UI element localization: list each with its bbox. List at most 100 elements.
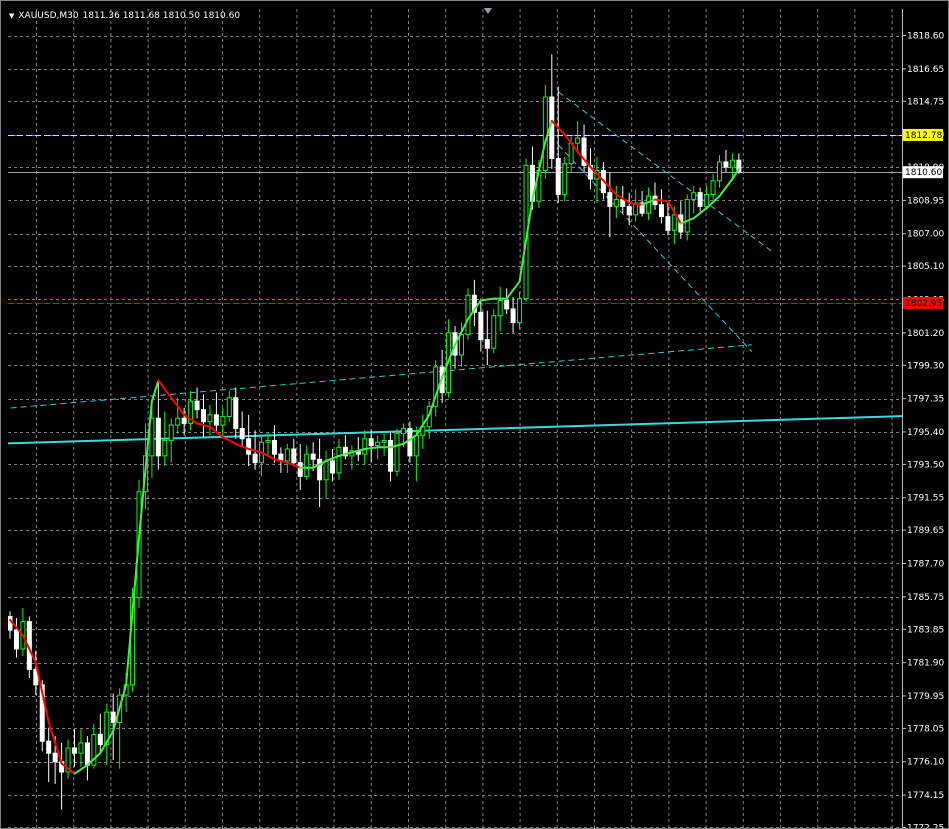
candle-bear xyxy=(310,453,316,460)
candle-bear xyxy=(723,161,729,168)
candle-bull xyxy=(491,315,497,349)
ohlc-values: 1811.36 1811.68 1810.50 1810.60 xyxy=(82,11,241,21)
axis-tick-label: 1795.40 xyxy=(907,428,944,438)
candle-bear xyxy=(155,417,161,457)
candle-bear xyxy=(46,740,52,754)
candle-bear xyxy=(504,299,510,310)
candle-bull xyxy=(175,417,181,426)
candle-bull xyxy=(704,193,710,207)
axis-tick-label: 1818.60 xyxy=(907,32,944,42)
candle-bull xyxy=(226,397,232,418)
price-tag-label: 1810.60 xyxy=(905,168,942,178)
candle-bull xyxy=(323,460,329,481)
candle-bear xyxy=(368,438,374,447)
candle-bear xyxy=(110,711,116,723)
candle-bear xyxy=(317,458,323,481)
candle-bear xyxy=(252,453,258,464)
candle-bull xyxy=(671,214,677,231)
candle-bull xyxy=(562,163,568,195)
candle-bull xyxy=(362,438,368,455)
axis-tick-label: 1781.90 xyxy=(907,659,944,669)
axis-tick-label: 1785.75 xyxy=(907,593,944,603)
axis-tick-label: 1814.75 xyxy=(907,97,944,107)
axis-tick-label: 1807.00 xyxy=(907,230,944,240)
candle-bull xyxy=(207,414,213,423)
axis-tick-label: 1774.15 xyxy=(907,791,944,801)
candle-bull xyxy=(78,742,84,754)
axis-tick-label: 1801.20 xyxy=(907,329,944,339)
candle-bull xyxy=(168,424,174,441)
candle-bull xyxy=(646,195,652,214)
chart-window[interactable]: 1818.601816.651814.751812.801810.901808.… xyxy=(0,0,949,829)
axis-tick-label: 1772.25 xyxy=(907,824,944,829)
axis-tick-label: 1808.95 xyxy=(907,196,944,206)
candle-bear xyxy=(233,397,239,430)
candle-bull xyxy=(465,294,471,336)
candle-bear xyxy=(52,752,58,763)
axis-tick-label: 1791.55 xyxy=(907,494,944,504)
candle-bear xyxy=(213,414,219,426)
candle-bear xyxy=(72,747,77,754)
candle-bull xyxy=(265,439,271,443)
axis-tick-label: 1787.70 xyxy=(907,560,944,570)
candle-bull xyxy=(381,439,387,443)
candle-bull xyxy=(575,137,581,144)
candle-bull xyxy=(220,416,226,426)
candle-bull xyxy=(613,199,619,207)
candle-bear xyxy=(607,192,613,207)
chart-header: ▼ XAUUSD,M30 1811.36 1811.68 1810.50 1810.… xyxy=(9,11,240,21)
candle-bull xyxy=(284,448,290,462)
candle-bear xyxy=(697,192,703,207)
candle-bear xyxy=(181,417,187,424)
candle-bear xyxy=(330,460,335,474)
candle-bull xyxy=(517,298,523,324)
axis-tick-label: 1805.10 xyxy=(907,262,944,272)
price-chart[interactable]: 1818.601816.651814.751812.801810.901808.… xyxy=(1,1,948,828)
candle-bull xyxy=(336,446,342,474)
price-tag-label: 1812.78 xyxy=(905,131,942,141)
candle-bear xyxy=(84,742,90,766)
candle-bear xyxy=(97,733,103,746)
candle-bear xyxy=(239,428,245,440)
candle-bull xyxy=(497,299,503,317)
candle-bear xyxy=(8,615,13,631)
candle-bear xyxy=(510,308,516,324)
axis-tick-label: 1778.05 xyxy=(907,724,944,734)
candle-bull xyxy=(394,433,400,472)
price-tag-label: 1802.95 xyxy=(905,299,942,309)
chart-background xyxy=(1,1,948,828)
candle-bull xyxy=(717,161,722,182)
candle-bull xyxy=(400,428,406,435)
candle-bear xyxy=(658,204,664,218)
candle-bear xyxy=(271,439,277,455)
candle-bull xyxy=(304,453,310,477)
axis-tick-label: 1793.50 xyxy=(907,460,944,470)
candle-bear xyxy=(665,216,671,231)
candle-bull xyxy=(162,439,168,457)
candle-bull xyxy=(691,192,697,201)
collapse-triangle-icon[interactable]: ▼ xyxy=(9,12,14,20)
candle-bull xyxy=(710,180,716,195)
axis-tick-label: 1779.95 xyxy=(907,692,944,702)
axis-tick-label: 1797.35 xyxy=(907,395,944,405)
candle-bear xyxy=(194,400,200,411)
candle-bull xyxy=(459,334,464,356)
symbol-timeframe: XAUUSD,M30 xyxy=(18,11,79,21)
candle-bull xyxy=(729,159,735,168)
candle-bull xyxy=(684,199,690,233)
axis-tick-label: 1789.65 xyxy=(907,526,944,536)
axis-tick-label: 1816.65 xyxy=(907,65,944,75)
candle-bear xyxy=(246,438,252,455)
candle-bear xyxy=(484,339,490,349)
candle-bull xyxy=(375,441,381,447)
candle-bear xyxy=(201,409,206,423)
candle-bear xyxy=(478,311,484,341)
axis-tick-label: 1799.30 xyxy=(907,361,944,371)
axis-tick-label: 1776.10 xyxy=(907,758,944,768)
candle-bear xyxy=(626,205,632,216)
candle-bear xyxy=(407,428,413,457)
candle-bear xyxy=(388,439,394,472)
candle-bear xyxy=(555,158,561,195)
candle-bear xyxy=(291,448,297,464)
candle-bull xyxy=(413,434,419,457)
